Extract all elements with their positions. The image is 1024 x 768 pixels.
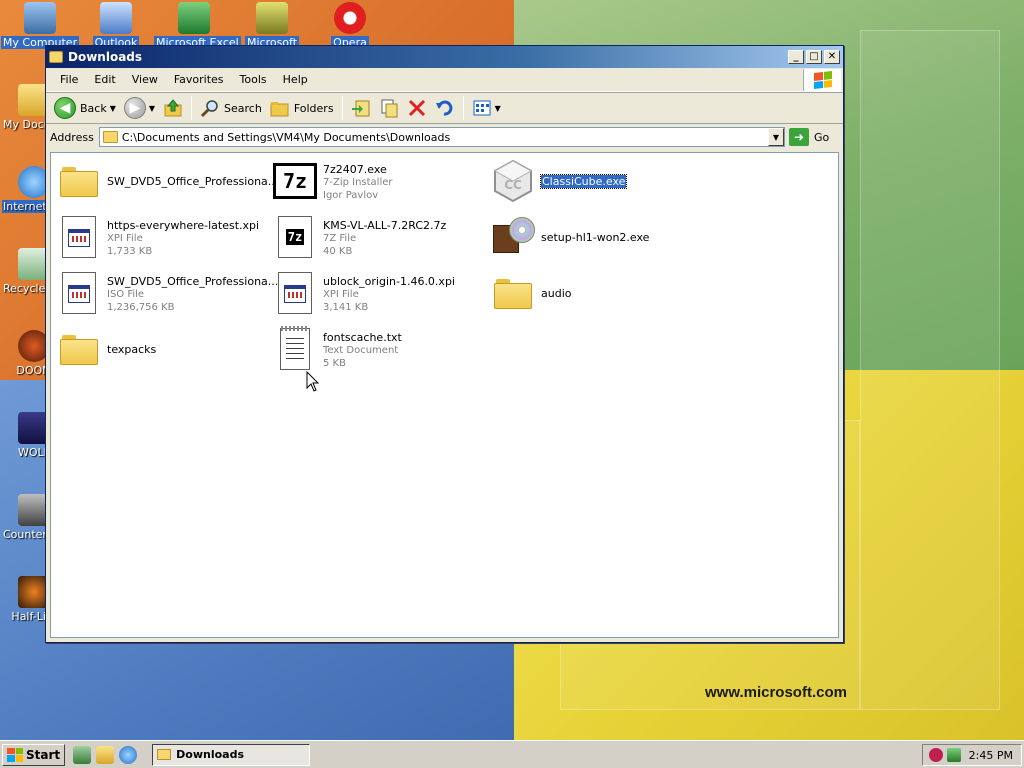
menu-favorites[interactable]: Favorites bbox=[166, 73, 232, 86]
chevron-down-icon[interactable]: ▼ bbox=[110, 104, 116, 113]
opera-icon bbox=[334, 2, 366, 34]
menu-view[interactable]: View bbox=[124, 73, 166, 86]
file-item[interactable]: setup-hl1-won2.exe bbox=[491, 215, 711, 267]
search-icon bbox=[200, 98, 220, 118]
start-button[interactable]: Start bbox=[2, 743, 66, 766]
text-file-icon bbox=[280, 326, 310, 370]
7z-file-icon: 7z bbox=[278, 216, 312, 258]
close-button[interactable]: ✕ bbox=[824, 50, 840, 64]
chevron-down-icon[interactable]: ▼ bbox=[149, 104, 155, 113]
file-list[interactable]: SW_DVD5_Office_Professiona... 7z 7z2407.… bbox=[50, 152, 839, 638]
system-tray: 2:45 PM bbox=[922, 744, 1022, 766]
wallpaper-text: www.microsoft.com bbox=[705, 684, 847, 701]
undo-button[interactable] bbox=[431, 95, 459, 121]
up-folder-icon bbox=[163, 98, 183, 118]
folder-icon bbox=[494, 277, 532, 309]
file-item[interactable]: texpacks bbox=[57, 327, 277, 379]
move-to-button[interactable] bbox=[347, 95, 375, 121]
maximize-button[interactable]: □ bbox=[806, 50, 822, 64]
address-label: Address bbox=[50, 130, 94, 144]
go-arrow-icon: ➜ bbox=[789, 128, 809, 146]
folder-icon bbox=[102, 131, 118, 143]
7zip-icon: 7z bbox=[273, 163, 317, 199]
xpi-file-icon bbox=[278, 272, 312, 314]
iso-file-icon bbox=[62, 272, 96, 314]
forward-button[interactable]: ▶ ▼ bbox=[120, 95, 159, 121]
chevron-down-icon[interactable]: ▼ bbox=[768, 128, 784, 146]
chevron-down-icon[interactable]: ▼ bbox=[495, 104, 501, 113]
undo-icon bbox=[435, 98, 455, 118]
setup-icon bbox=[491, 215, 535, 259]
folders-button[interactable]: Folders bbox=[266, 95, 338, 121]
address-input[interactable]: C:\Documents and Settings\VM4\My Documen… bbox=[98, 127, 785, 147]
folder-icon bbox=[157, 749, 172, 760]
quick-launch bbox=[73, 745, 142, 764]
desktop-icon-microsoft[interactable]: Microsoft bbox=[232, 2, 312, 49]
folders-icon bbox=[270, 98, 290, 118]
address-bar: Address C:\Documents and Settings\VM4\My… bbox=[46, 124, 843, 150]
xpi-file-icon bbox=[62, 216, 96, 258]
windows-logo-icon bbox=[803, 69, 841, 91]
desktop-icon-outlook[interactable]: Outlook bbox=[76, 2, 156, 49]
security-shield-icon[interactable] bbox=[929, 748, 943, 762]
ie-icon[interactable] bbox=[119, 745, 138, 764]
copy-to-button[interactable] bbox=[375, 95, 403, 121]
publisher-icon bbox=[256, 2, 288, 34]
forward-arrow-icon: ▶ bbox=[123, 97, 146, 119]
explorer-icon[interactable] bbox=[96, 745, 115, 764]
windows-logo-icon bbox=[7, 747, 23, 762]
folder-icon bbox=[60, 333, 98, 365]
menu-file[interactable]: File bbox=[52, 73, 86, 86]
toolbar-separator bbox=[341, 96, 343, 120]
clock[interactable]: 2:45 PM bbox=[969, 749, 1013, 762]
file-item[interactable]: 7z 7z2407.exe 7-Zip Installer Igor Pavlo… bbox=[273, 159, 493, 211]
menu-tools[interactable]: Tools bbox=[232, 73, 275, 86]
mouse-cursor-icon bbox=[306, 371, 320, 392]
menu-help[interactable]: Help bbox=[275, 73, 316, 86]
folder-icon bbox=[49, 51, 63, 63]
title-bar[interactable]: Downloads _ □ ✕ bbox=[46, 46, 843, 68]
views-icon bbox=[472, 98, 492, 118]
desktop-icon-my-computer[interactable]: My Computer bbox=[0, 2, 80, 49]
move-to-icon bbox=[351, 98, 371, 118]
search-button[interactable]: Search bbox=[196, 95, 266, 121]
show-desktop-icon[interactable] bbox=[73, 745, 92, 764]
back-arrow-icon: ◀ bbox=[54, 97, 76, 119]
copy-to-icon bbox=[379, 98, 399, 118]
computer-icon bbox=[24, 2, 56, 34]
explorer-window[interactable]: Downloads _ □ ✕ File Edit View Favorites… bbox=[45, 45, 844, 643]
file-item[interactable]: SW_DVD5_Office_Professiona... ISO File 1… bbox=[57, 271, 278, 323]
svg-text:CC: CC bbox=[504, 178, 522, 192]
back-button[interactable]: ◀ Back ▼ bbox=[50, 95, 120, 121]
file-item-selected[interactable]: CC ClassiCube.exe bbox=[491, 159, 711, 211]
menu-bar: File Edit View Favorites Tools Help bbox=[46, 68, 843, 92]
toolbar-separator bbox=[191, 96, 193, 120]
delete-x-icon bbox=[407, 98, 427, 118]
toolbar: ◀ Back ▼ ▶ ▼ Search Folders ▼ bbox=[46, 92, 843, 124]
file-item[interactable]: 7z KMS-VL-ALL-7.2RC2.7z 7Z File 40 KB bbox=[273, 215, 493, 267]
window-title: Downloads bbox=[68, 50, 143, 64]
network-icon[interactable] bbox=[947, 748, 961, 762]
file-item[interactable]: audio bbox=[491, 271, 711, 323]
wallpaper-pane bbox=[860, 30, 1000, 710]
up-button[interactable] bbox=[159, 95, 187, 121]
file-item[interactable]: https-everywhere-latest.xpi XPI File 1,7… bbox=[57, 215, 277, 267]
desktop-icon-excel[interactable]: Microsoft Excel bbox=[154, 2, 241, 49]
toolbar-separator bbox=[462, 96, 464, 120]
outlook-icon bbox=[100, 2, 132, 34]
taskbar: Start Downloads 2:45 PM bbox=[0, 740, 1024, 768]
desktop-icon-opera[interactable]: Opera bbox=[310, 2, 390, 49]
address-value: C:\Documents and Settings\VM4\My Documen… bbox=[121, 130, 451, 144]
taskbar-button-downloads[interactable]: Downloads bbox=[152, 743, 311, 766]
classicube-icon: CC bbox=[493, 159, 533, 203]
minimize-button[interactable]: _ bbox=[788, 50, 804, 64]
file-item[interactable]: SW_DVD5_Office_Professiona... bbox=[57, 159, 278, 211]
views-button[interactable]: ▼ bbox=[468, 95, 505, 121]
delete-button[interactable] bbox=[403, 95, 431, 121]
file-item[interactable]: ublock_origin-1.46.0.xpi XPI File 3,141 … bbox=[273, 271, 493, 323]
folder-icon bbox=[60, 165, 98, 197]
go-button[interactable]: ➜ Go bbox=[789, 128, 839, 146]
excel-icon bbox=[178, 2, 210, 34]
menu-edit[interactable]: Edit bbox=[86, 73, 123, 86]
